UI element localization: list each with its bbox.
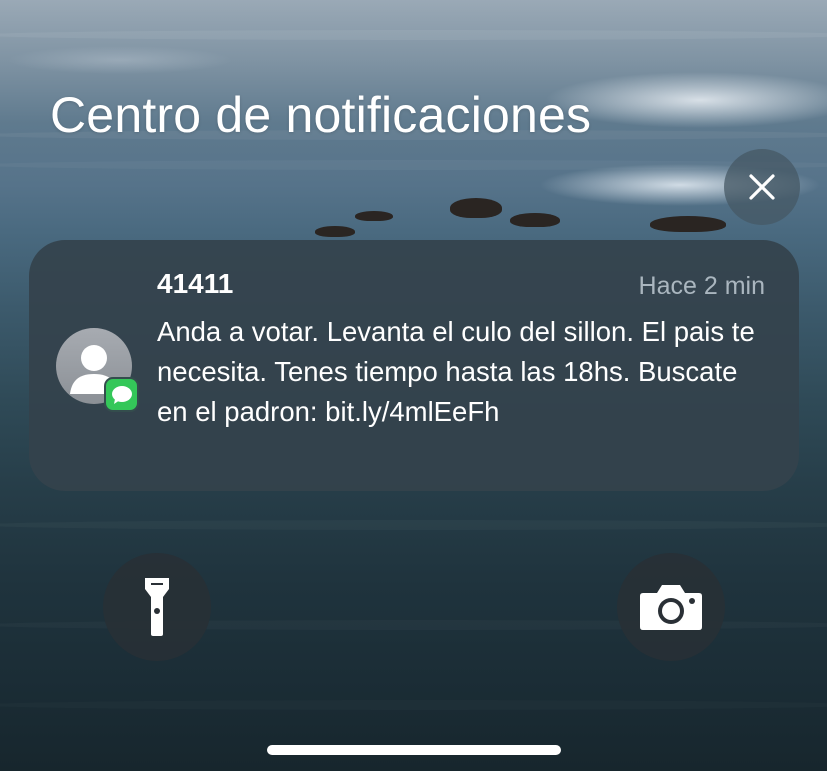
wallpaper-wave (0, 520, 827, 530)
flashlight-icon (145, 578, 169, 636)
camera-icon (640, 585, 702, 630)
close-icon (749, 174, 775, 200)
camera-button[interactable] (617, 553, 725, 661)
wallpaper-rock (650, 216, 726, 232)
lock-screen: Centro de notificaciones 41411 Hace 2 mi… (0, 0, 827, 771)
wallpaper-wave (0, 700, 827, 710)
messages-icon (111, 385, 132, 404)
message-notification[interactable]: 41411 Hace 2 min Anda a votar. Levanta e… (29, 240, 799, 491)
clear-notifications-button[interactable] (724, 149, 800, 225)
wallpaper-rock (510, 213, 560, 227)
wallpaper-rock (450, 198, 502, 218)
notification-message: Anda a votar. Levanta el culo del sillon… (157, 316, 755, 427)
messages-app-badge (104, 377, 139, 412)
notification-sender: 41411 (157, 268, 234, 299)
wallpaper-wave (0, 30, 827, 40)
home-indicator[interactable] (267, 745, 561, 755)
flashlight-button[interactable] (103, 553, 211, 661)
notification-center-title: Centro de notificaciones (50, 87, 592, 143)
wallpaper-rock (315, 226, 355, 237)
wallpaper-wave (0, 160, 827, 170)
wallpaper-rock (355, 211, 393, 221)
notification-timestamp: Hace 2 min (638, 272, 765, 300)
